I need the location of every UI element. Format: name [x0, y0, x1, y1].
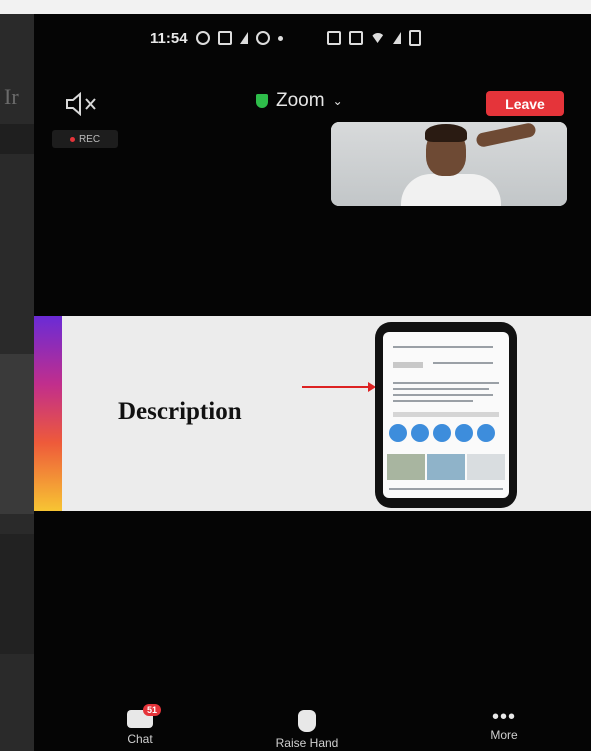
- chat-button[interactable]: 51 Chat: [110, 704, 170, 751]
- more-icon: •••: [491, 706, 516, 728]
- raise-hand-label: Raise Hand: [275, 736, 339, 750]
- status-bar: 11:54: [150, 28, 421, 48]
- chevron-down-icon: ⌄: [332, 94, 343, 108]
- video-hair: [425, 124, 467, 142]
- left-band: [0, 354, 34, 514]
- mock-line: [393, 362, 423, 368]
- mock-tile: [387, 454, 425, 480]
- mock-highlight: [477, 424, 495, 442]
- slide-gradient-bar: [34, 316, 62, 511]
- mock-tile: [467, 454, 505, 480]
- meeting-toolbar: 51 Chat Raise Hand ••• More: [34, 704, 591, 751]
- mock-line: [433, 362, 493, 364]
- arrow-pointer: [302, 386, 372, 388]
- speaker-toggle-button[interactable]: [64, 91, 104, 117]
- left-band: [0, 534, 34, 654]
- phone-mockup-image: [375, 322, 517, 508]
- mock-line: [393, 388, 489, 390]
- meeting-info-button[interactable]: Zoom ⌄: [256, 90, 343, 112]
- wifi-icon: [370, 33, 385, 43]
- shield-icon: [256, 94, 268, 108]
- mock-highlight: [433, 424, 451, 442]
- slide-title: Description: [118, 398, 242, 425]
- instagram-profile-screenshot: [383, 332, 509, 498]
- signal-icon: [392, 32, 401, 44]
- telegram-icon: [239, 32, 248, 44]
- battery-icon: [408, 30, 421, 46]
- message-icon: [217, 31, 232, 45]
- raise-hand-button[interactable]: Raise Hand: [262, 710, 352, 751]
- left-band: [0, 124, 34, 154]
- outer-left-strip: Ir: [0, 14, 34, 751]
- mock-line: [393, 412, 499, 417]
- whatsapp-icon: [195, 31, 210, 45]
- mock-line: [393, 382, 499, 384]
- mock-line: [389, 488, 503, 490]
- vibrate-icon: [326, 31, 341, 45]
- record-dot-icon: [69, 136, 75, 142]
- speaker-off-icon: [66, 91, 96, 117]
- mock-tile: [427, 454, 465, 480]
- mock-highlight: [389, 424, 407, 442]
- self-video-thumbnail[interactable]: [331, 122, 567, 206]
- outer-top-strip: [0, 0, 591, 14]
- shared-screen[interactable]: Description: [34, 316, 591, 511]
- notification-dot-icon: [277, 35, 283, 41]
- mock-highlight: [455, 424, 473, 442]
- outer-left-fragment: Ir: [4, 84, 19, 109]
- data-icon: [348, 31, 363, 45]
- mock-highlight: [411, 424, 429, 442]
- chat-label: Chat: [127, 732, 153, 746]
- mock-line: [393, 400, 473, 402]
- chat-icon: 51: [127, 704, 162, 728]
- rec-label: REC: [78, 133, 101, 145]
- mock-line: [393, 346, 493, 348]
- meeting-title: Zoom: [276, 90, 325, 111]
- mock-line: [393, 394, 493, 396]
- more-label: More: [490, 728, 518, 742]
- more-button[interactable]: ••• More: [474, 706, 534, 751]
- video-shirt: [401, 174, 501, 206]
- recording-indicator: REC: [52, 130, 118, 148]
- chrome-icon: [255, 31, 270, 45]
- chat-badge: 51: [143, 704, 162, 716]
- leave-button[interactable]: Leave: [486, 91, 564, 116]
- raise-hand-icon: [298, 710, 316, 732]
- status-time: 11:54: [150, 29, 188, 47]
